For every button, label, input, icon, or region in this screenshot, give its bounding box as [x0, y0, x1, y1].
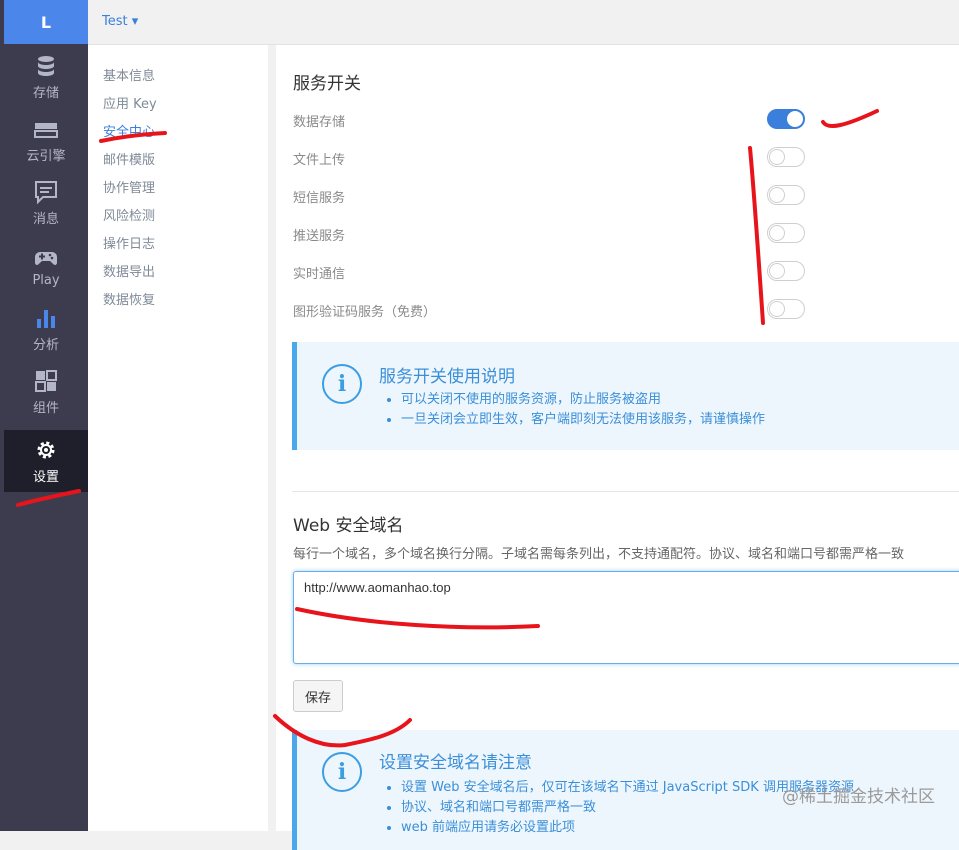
message-icon — [34, 180, 58, 204]
left-nav: L 存储 云引擎 消息 Play 分析 组件 设置 — [0, 0, 88, 831]
toggle-file-upload[interactable] — [767, 147, 805, 167]
nav-item-components[interactable]: 组件 — [4, 361, 88, 423]
app-logo[interactable]: L — [4, 0, 88, 44]
components-icon — [34, 369, 58, 393]
toggle-realtime[interactable] — [767, 261, 805, 281]
toggle-knob — [787, 111, 803, 127]
chart-icon — [34, 306, 58, 330]
service-label: 推送服务 — [293, 229, 346, 244]
subnav-item-data-export[interactable]: 数据导出 — [103, 261, 155, 280]
list-item: web 前端应用请务必设置此项 — [401, 818, 854, 838]
web-domain-title: Web 安全域名 — [293, 516, 404, 536]
cloud-engine-icon — [34, 117, 58, 141]
subnav-item-risk-detection[interactable]: 风险检测 — [103, 205, 155, 224]
nav-item-label: 云引擎 — [26, 148, 66, 164]
nav-item-play[interactable]: Play — [4, 235, 88, 297]
database-icon — [34, 54, 58, 78]
toggle-knob — [769, 301, 785, 317]
main-content: 服务开关 数据存储 文件上传 短信服务 推送服务 实时通信 图形验证码服务（免费… — [276, 45, 959, 850]
settings-subnav: 基本信息 应用 Key 安全中心 邮件模版 协作管理 风险检测 操作日志 数据导… — [88, 45, 268, 831]
nav-item-storage[interactable]: 存储 — [4, 46, 88, 108]
toggle-knob — [769, 225, 785, 241]
watermark: @稀土掘金技术社区 — [782, 787, 935, 807]
toggle-knob — [769, 149, 785, 165]
toggle-captcha[interactable] — [767, 299, 805, 319]
service-label: 数据存储 — [293, 115, 346, 130]
toggle-knob — [769, 263, 785, 279]
toggle-push[interactable] — [767, 223, 805, 243]
web-domain-input[interactable] — [293, 571, 959, 664]
nav-item-settings[interactable]: 设置 — [4, 430, 88, 492]
toggle-data-storage[interactable] — [767, 109, 805, 129]
nav-item-label: 分析 — [32, 337, 59, 353]
services-title: 服务开关 — [293, 74, 361, 94]
nav-item-messages[interactable]: 消息 — [4, 172, 88, 234]
subnav-item-email-templates[interactable]: 邮件模版 — [103, 149, 155, 168]
gear-icon — [34, 438, 58, 462]
subnav-item-security-center[interactable]: 安全中心 — [103, 121, 155, 140]
subnav-item-app-key[interactable]: 应用 Key — [103, 93, 157, 112]
notice-title: 服务开关使用说明 — [379, 367, 515, 387]
subnav-item-collaboration[interactable]: 协作管理 — [103, 177, 155, 196]
list-item: 一旦关闭会立即生效，客户端即刻无法使用该服务，请谨慎操作 — [401, 410, 765, 430]
info-icon: i — [322, 752, 362, 792]
toggle-knob — [769, 187, 785, 203]
list-item: 可以关闭不使用的服务资源，防止服务被盗用 — [401, 390, 765, 410]
nav-item-cloud-engine[interactable]: 云引擎 — [4, 109, 88, 171]
nav-item-analytics[interactable]: 分析 — [4, 298, 88, 360]
web-domain-hint: 每行一个域名，多个域名换行分隔。子域名需每条列出，不支持通配符。协议、域名和端口… — [293, 547, 905, 562]
nav-item-label: 消息 — [32, 211, 59, 227]
top-bar: Test ▾ — [88, 0, 959, 45]
notice-list: 可以关闭不使用的服务资源，防止服务被盗用 一旦关闭会立即生效，客户端即刻无法使用… — [379, 390, 765, 430]
subnav-item-operation-log[interactable]: 操作日志 — [103, 233, 155, 252]
save-button[interactable]: 保存 — [293, 680, 343, 712]
app-switcher[interactable]: Test ▾ — [102, 14, 138, 29]
subnav-item-basic-info[interactable]: 基本信息 — [103, 65, 155, 84]
info-icon: i — [322, 364, 362, 404]
gamepad-icon — [34, 245, 58, 269]
nav-item-label: 组件 — [32, 400, 59, 416]
service-label: 图形验证码服务（免费） — [293, 305, 437, 320]
service-label: 实时通信 — [293, 267, 346, 282]
service-label: 短信服务 — [293, 191, 346, 206]
subnav-item-data-restore[interactable]: 数据恢复 — [103, 289, 155, 308]
nav-item-label: 存储 — [32, 85, 59, 101]
notice-title: 设置安全域名请注意 — [379, 753, 532, 773]
nav-item-label: 设置 — [32, 469, 59, 485]
toggle-sms[interactable] — [767, 185, 805, 205]
service-notice: i 服务开关使用说明 可以关闭不使用的服务资源，防止服务被盗用 一旦关闭会立即生… — [292, 342, 959, 450]
service-label: 文件上传 — [293, 153, 346, 168]
nav-item-label: Play — [32, 272, 60, 288]
divider — [292, 491, 959, 492]
